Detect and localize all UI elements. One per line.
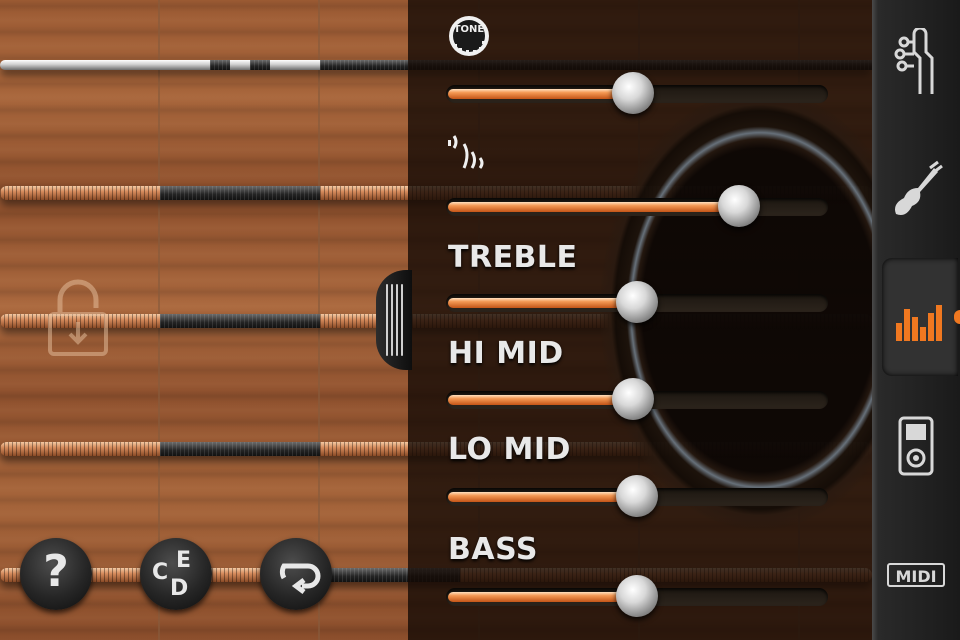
guitar-headstock-icon [894,28,934,94]
treble-slider[interactable] [446,281,828,323]
lo-mid-slider-knob[interactable] [616,475,658,517]
treble-label: TREBLE [448,240,578,275]
lock-icon[interactable] [46,278,110,358]
vibrato-slider-knob[interactable] [718,185,761,227]
help-icon: ? [43,546,69,597]
sidebar-item-equalizer[interactable] [882,258,960,376]
sidebar: MIDI [872,0,960,640]
guitar-app-screen: TONE TREBLE HI MID LO MID BASS ? C E D M… [0,0,960,640]
bass-label: BASS [448,532,538,567]
lo-mid-slider-fill [448,492,637,502]
note-d: D [170,576,189,601]
hi-mid-slider-knob[interactable] [612,378,655,420]
loop-icon [279,563,321,594]
treble-slider-knob[interactable] [616,281,658,323]
bass-slider-knob[interactable] [616,575,658,617]
panel-collapse-handle[interactable] [376,270,412,370]
string-pressed-segment [160,186,320,200]
tone-slider-knob[interactable] [612,72,655,114]
sidebar-item-midi[interactable]: MIDI [872,516,960,634]
string-pressed-segment [160,442,320,456]
chord-notes-button[interactable]: C E D [140,538,212,610]
midi-label: MIDI [895,567,936,586]
bass-slider[interactable] [446,575,828,617]
midi-icon: MIDI [887,563,945,587]
tone-icon-text: TONE [454,24,485,35]
electric-guitar-icon [895,160,943,215]
loop-button[interactable] [260,538,332,610]
tone-knob-icon: TONE [449,16,489,56]
active-tab-indicator [954,310,960,324]
sidebar-item-guitar[interactable] [872,132,960,250]
sidebar-item-player[interactable] [872,388,960,506]
vibrato-slider[interactable] [446,185,828,227]
hi-mid-slider-fill [448,395,634,405]
vibrato-slider-fill [448,202,740,212]
string-marker [250,60,270,70]
bass-slider-fill [448,592,637,602]
tone-slider[interactable] [446,72,828,114]
string-marker [210,60,230,70]
help-button[interactable]: ? [20,538,92,610]
music-player-icon [898,416,934,476]
treble-slider-fill [448,298,637,308]
string-pressed-segment [160,314,320,328]
note-e: E [176,548,192,573]
tone-slider-fill [448,89,634,99]
sidebar-item-headstock[interactable] [872,4,960,122]
lo-mid-label: LO MID [448,432,571,467]
note-c: C [152,560,169,585]
equalizer-icon [896,305,942,341]
hi-mid-slider[interactable] [446,378,828,420]
vibrato-icon [448,135,484,169]
hi-mid-label: HI MID [448,336,564,371]
lo-mid-slider[interactable] [446,475,828,517]
